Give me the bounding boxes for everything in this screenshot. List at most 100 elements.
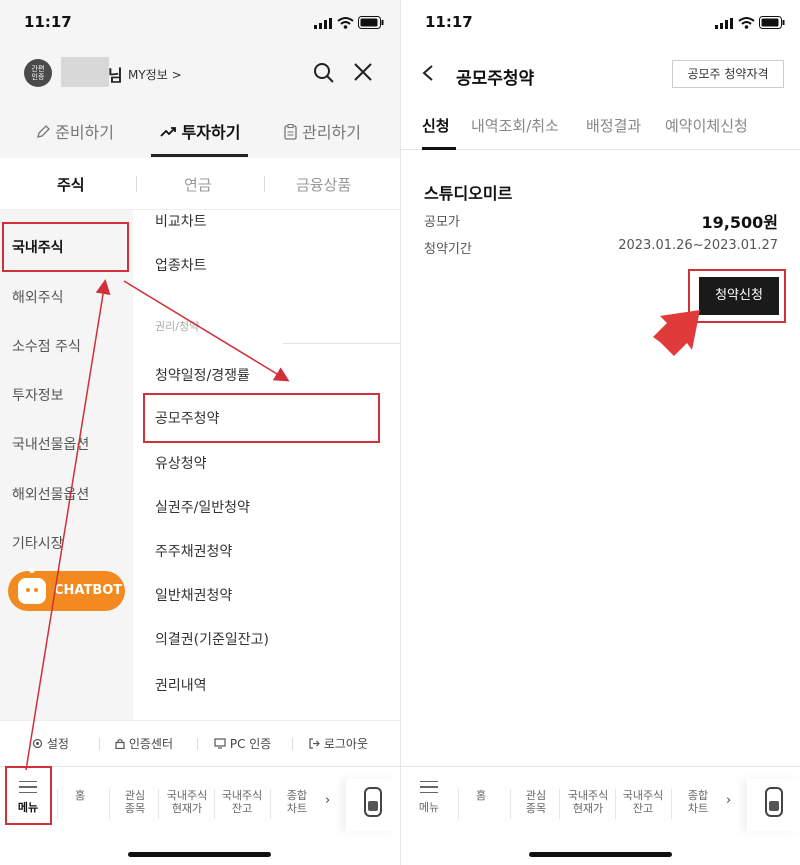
trend-up-icon (160, 127, 176, 137)
submenu-item[interactable]: 비교차트 (155, 211, 207, 231)
sidebar-item-fractional-stock[interactable]: 소수점 주식 (12, 336, 81, 356)
submenu-item[interactable]: 일반채권청약 (155, 585, 232, 605)
subscription-tabs: 신청 내역조회/취소 배정결과 예약이체신청 (401, 102, 800, 150)
tab-apply[interactable]: 신청 (422, 115, 450, 136)
tab-history[interactable]: 내역조회/취소 (471, 115, 559, 136)
home-indicator (128, 852, 271, 857)
nav-domestic-price[interactable]: 국내주식 현재가 (162, 789, 212, 815)
chevron-right-icon[interactable]: › (726, 793, 731, 808)
sidebar-item-overseas-stock[interactable]: 해외주식 (12, 287, 64, 307)
auth-center-link[interactable]: 인증센터 (115, 735, 173, 752)
nav-domestic-balance[interactable]: 국내주식 잔고 (618, 789, 668, 815)
submenu-item[interactable]: 실권주/일반청약 (155, 497, 250, 517)
bottom-nav: 메뉴 홈 관심 종목 국내주식 현재가 국내주식 잔고 종합 차트 › (0, 766, 400, 865)
submenu-item-ipo-schedule[interactable]: 청약일정/경쟁률 (155, 365, 250, 385)
divider (99, 738, 100, 750)
sub-tabs: 주식 연금 금융상품 (0, 158, 400, 210)
nav-domestic-balance[interactable]: 국내주식 잔고 (217, 789, 267, 815)
status-bar: 11:17 (401, 0, 800, 46)
menu-label: 메뉴 (418, 801, 440, 814)
divider (197, 738, 198, 750)
highlight-apply-button (688, 269, 786, 323)
signal-icon (314, 18, 332, 29)
subtab-pension[interactable]: 연금 (184, 174, 212, 195)
sidebar-item-other-markets[interactable]: 기타시장 (12, 533, 64, 553)
status-bar: 11:17 (0, 0, 400, 46)
submenu-item[interactable]: 유상청약 (155, 453, 207, 473)
logout-link[interactable]: 로그아웃 (309, 735, 368, 752)
search-icon[interactable] (313, 62, 335, 84)
signal-icon (715, 18, 733, 29)
divider (292, 738, 293, 750)
subtab-stock[interactable]: 주식 (57, 174, 85, 195)
group-divider (283, 343, 400, 344)
tab-prepare[interactable]: 준비하기 (36, 119, 114, 143)
divider (458, 789, 459, 819)
submenu-item[interactable]: 의결권(기준일잔고) (155, 629, 269, 649)
period-value: 2023.01.26~2023.01.27 (618, 238, 778, 253)
monitor-icon (214, 738, 226, 749)
status-time: 11:17 (24, 13, 72, 31)
highlight-domestic-stock (2, 222, 129, 272)
my-info-link[interactable]: MY정보 > (128, 66, 182, 83)
user-name-suffix: 님 (108, 66, 123, 85)
gear-icon (32, 738, 43, 749)
chatbot-button[interactable]: CHATBOT (8, 567, 125, 611)
sidebar-item-overseas-futures[interactable]: 해외선물옵션 (12, 484, 89, 504)
divider (559, 789, 560, 819)
highlight-ipo-subscription (143, 393, 380, 443)
wifi-icon (337, 17, 354, 29)
back-arrow-icon[interactable] (421, 64, 435, 82)
divider (214, 789, 215, 819)
subtab-financial-products[interactable]: 금융상품 (296, 174, 351, 195)
divider (57, 789, 58, 819)
pc-auth-link[interactable]: PC 인증 (214, 735, 271, 752)
lock-icon (115, 738, 125, 750)
page-header: 공모주청약 공모주 청약자격 (401, 46, 800, 102)
highlight-menu-button (5, 766, 52, 825)
submenu-item[interactable]: 주주채권청약 (155, 541, 232, 561)
chatbot-label: CHATBOT (54, 583, 123, 598)
pencil-icon (37, 125, 50, 138)
wifi-icon (738, 17, 755, 29)
nav-home[interactable]: 홈 (73, 789, 87, 802)
active-tab-indicator (151, 154, 248, 157)
submenu-item[interactable]: 권리내역 (155, 675, 207, 695)
nav-toggle-button[interactable] (346, 779, 400, 831)
category-sidebar: 국내주식 해외주식 소수점 주식 투자정보 국내선물옵션 해외선물옵션 기타시장… (0, 210, 133, 720)
nav-watchlist[interactable]: 관심 종목 (120, 789, 150, 815)
ipo-qualification-button[interactable]: 공모주 청약자격 (672, 60, 784, 88)
hamburger-icon (420, 781, 438, 793)
chevron-right-icon[interactable]: › (325, 793, 330, 808)
close-icon[interactable] (353, 62, 373, 82)
nav-home[interactable]: 홈 (474, 789, 488, 802)
tab-manage[interactable]: 관리하기 (284, 119, 361, 143)
submenu-group-label: 권리/청약 (155, 320, 200, 333)
active-tab-indicator (422, 147, 456, 150)
sidebar-item-domestic-futures[interactable]: 국내선물옵션 (12, 434, 89, 454)
nav-chart[interactable]: 종합 차트 (282, 789, 312, 815)
divider (510, 789, 511, 819)
chatbot-antenna (29, 567, 35, 573)
tab-allocation[interactable]: 배정결과 (586, 115, 641, 136)
ipo-subscription-screen: 11:17 공모주청약 공모주 청약자격 신청 내역조회/취소 배정결과 예약이… (400, 0, 800, 865)
page-title: 공모주청약 (456, 69, 535, 89)
price-value: 19,500원 (701, 213, 778, 232)
nav-watchlist[interactable]: 관심 종목 (521, 789, 551, 815)
settings-link[interactable]: 설정 (32, 735, 69, 752)
nav-chart[interactable]: 종합 차트 (683, 789, 713, 815)
status-time: 11:17 (425, 13, 473, 31)
menu-button[interactable]: 메뉴 (417, 781, 441, 815)
home-indicator (529, 852, 672, 857)
tab-scheduled-transfer[interactable]: 예약이체신청 (665, 115, 748, 136)
sidebar-item-investment-info[interactable]: 투자정보 (12, 385, 64, 405)
tab-invest[interactable]: 투자하기 (160, 119, 240, 143)
submenu-item[interactable]: 업종차트 (155, 255, 207, 275)
nav-toggle-button[interactable] (747, 779, 800, 831)
battery-icon (759, 16, 785, 29)
clipboard-icon (284, 123, 297, 140)
submenu-list: 비교차트 업종차트 권리/청약 청약일정/경쟁률 공모주청약 유상청약 실권주/… (133, 210, 400, 720)
period-label: 청약기간 (424, 242, 472, 257)
divider (270, 789, 271, 819)
nav-domestic-price[interactable]: 국내주식 현재가 (563, 789, 613, 815)
